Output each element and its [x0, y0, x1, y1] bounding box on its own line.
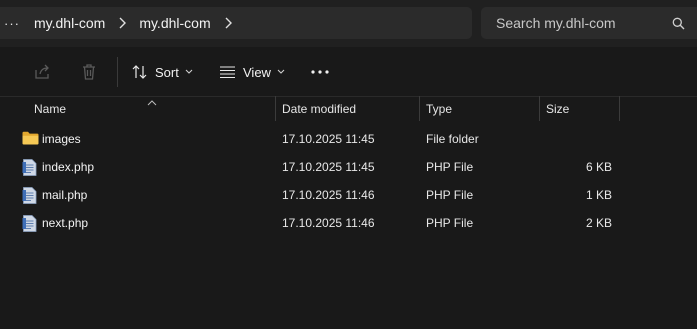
- file-date: 17.10.2025 11:46: [282, 216, 375, 230]
- share-icon[interactable]: [33, 61, 51, 83]
- file-row-mail-php[interactable]: mail.php 17.10.2025 11:46 PHP File 1 KB: [0, 181, 697, 209]
- rename-icon[interactable]: [0, 61, 4, 83]
- file-type: PHP File: [426, 188, 474, 202]
- file-row-next-php[interactable]: next.php 17.10.2025 11:46 PHP File 2 KB: [0, 209, 697, 237]
- search-icon[interactable]: [672, 17, 685, 30]
- column-divider[interactable]: [419, 96, 420, 121]
- file-date: 17.10.2025 11:45: [282, 160, 375, 174]
- sort-button[interactable]: Sort: [132, 61, 193, 83]
- file-type: PHP File: [426, 216, 474, 230]
- view-icon: [219, 65, 236, 79]
- sort-icon: [132, 64, 148, 80]
- file-name[interactable]: next.php: [42, 209, 88, 237]
- address-overflow-button[interactable]: ···: [2, 16, 22, 31]
- column-header-date[interactable]: Date modified: [282, 96, 356, 121]
- address-bar[interactable]: ··· my.dhl-com my.dhl-com: [0, 7, 472, 39]
- more-icon: [311, 70, 329, 74]
- file-type: File folder: [426, 132, 479, 146]
- search-box[interactable]: Search my.dhl-com: [481, 7, 697, 39]
- column-header-name[interactable]: Name: [34, 96, 66, 121]
- view-label: View: [243, 64, 271, 80]
- file-size: 6 KB: [585, 160, 612, 174]
- column-divider[interactable]: [539, 96, 540, 121]
- search-input[interactable]: Search my.dhl-com: [496, 15, 672, 31]
- delete-icon[interactable]: [81, 61, 97, 83]
- view-button[interactable]: View: [219, 61, 285, 83]
- breadcrumb-item-2[interactable]: my.dhl-com: [139, 15, 210, 31]
- chevron-down-icon: [185, 69, 193, 75]
- file-type: PHP File: [426, 160, 474, 174]
- more-options-button[interactable]: [311, 61, 329, 83]
- file-name[interactable]: images: [42, 125, 81, 153]
- column-divider[interactable]: [275, 96, 276, 121]
- command-bar: Sort View: [0, 47, 697, 97]
- file-date: 17.10.2025 11:45: [282, 132, 375, 146]
- title-bar: ··· my.dhl-com my.dhl-com Search my.dhl-…: [0, 0, 697, 47]
- column-header-size[interactable]: Size: [546, 96, 569, 121]
- file-date: 17.10.2025 11:46: [282, 188, 375, 202]
- chevron-right-icon[interactable]: [117, 17, 127, 29]
- php-file-icon: [22, 187, 37, 209]
- sort-ascending-icon: [147, 93, 157, 111]
- file-row-images[interactable]: images 17.10.2025 11:45 File folder: [0, 125, 697, 153]
- file-size: [546, 125, 612, 153]
- file-size: 2 KB: [585, 216, 612, 230]
- sort-label: Sort: [155, 64, 179, 80]
- php-file-icon: [22, 215, 37, 237]
- breadcrumb-item-1[interactable]: my.dhl-com: [34, 15, 105, 31]
- file-name[interactable]: index.php: [42, 153, 94, 181]
- file-size: 1 KB: [585, 188, 612, 202]
- column-header-row: Name Date modified Type Size: [0, 96, 697, 121]
- file-row-index-php[interactable]: index.php 17.10.2025 11:45 PHP File 6 KB: [0, 153, 697, 181]
- toolbar-divider: [117, 57, 118, 87]
- column-header-type[interactable]: Type: [426, 96, 452, 121]
- php-file-icon: [22, 159, 37, 181]
- file-name[interactable]: mail.php: [42, 181, 87, 209]
- chevron-down-icon: [277, 69, 285, 75]
- folder-icon: [22, 131, 39, 150]
- column-divider[interactable]: [619, 96, 620, 121]
- chevron-right-icon[interactable]: [223, 17, 233, 29]
